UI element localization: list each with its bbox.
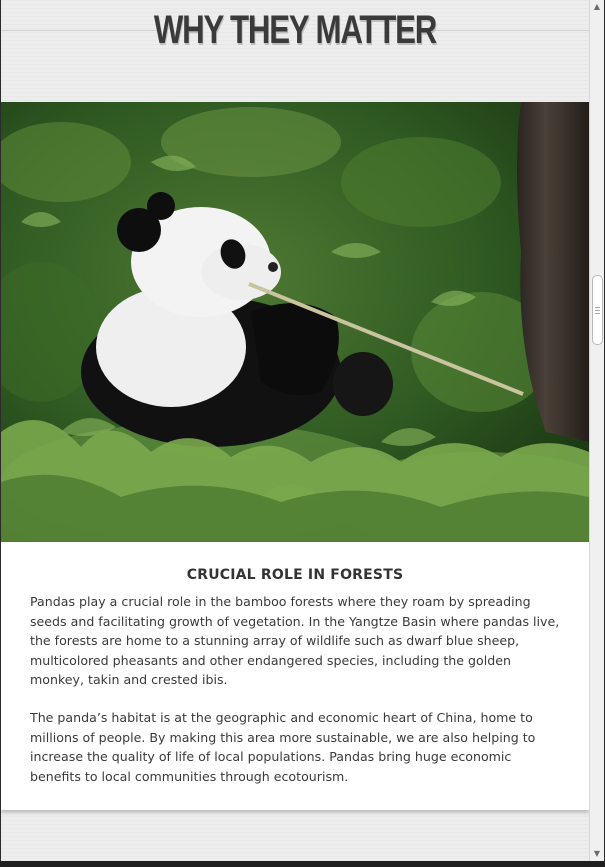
triangle-up-icon[interactable]: ▲ (590, 0, 604, 14)
grip-line (595, 313, 600, 314)
window-bottom-edge (0, 861, 605, 867)
info-card: CRUCIAL ROLE IN FORESTS Pandas play a cr… (1, 542, 589, 810)
section-header: WHY THEY MATTER (1, 0, 589, 102)
vertical-scrollbar[interactable]: ▲ ▼ (589, 0, 604, 861)
section-title: WHY THEY MATTER (153, 8, 437, 52)
hero-image (1, 102, 589, 542)
triangle-down-icon[interactable]: ▼ (590, 847, 604, 861)
scrollbar-thumb[interactable] (592, 275, 603, 345)
card-paragraph-1: Pandas play a crucial role in the bamboo… (30, 594, 560, 687)
page-viewport: WHY THEY MATTER CRUCIAL ROLE IN FORESTS … (1, 0, 589, 861)
grip-line (595, 307, 600, 308)
grip-line (595, 310, 600, 311)
card-paragraph-2: The panda’s habitat is at the geographic… (30, 710, 536, 784)
card-title: CRUCIAL ROLE IN FORESTS (186, 567, 404, 583)
